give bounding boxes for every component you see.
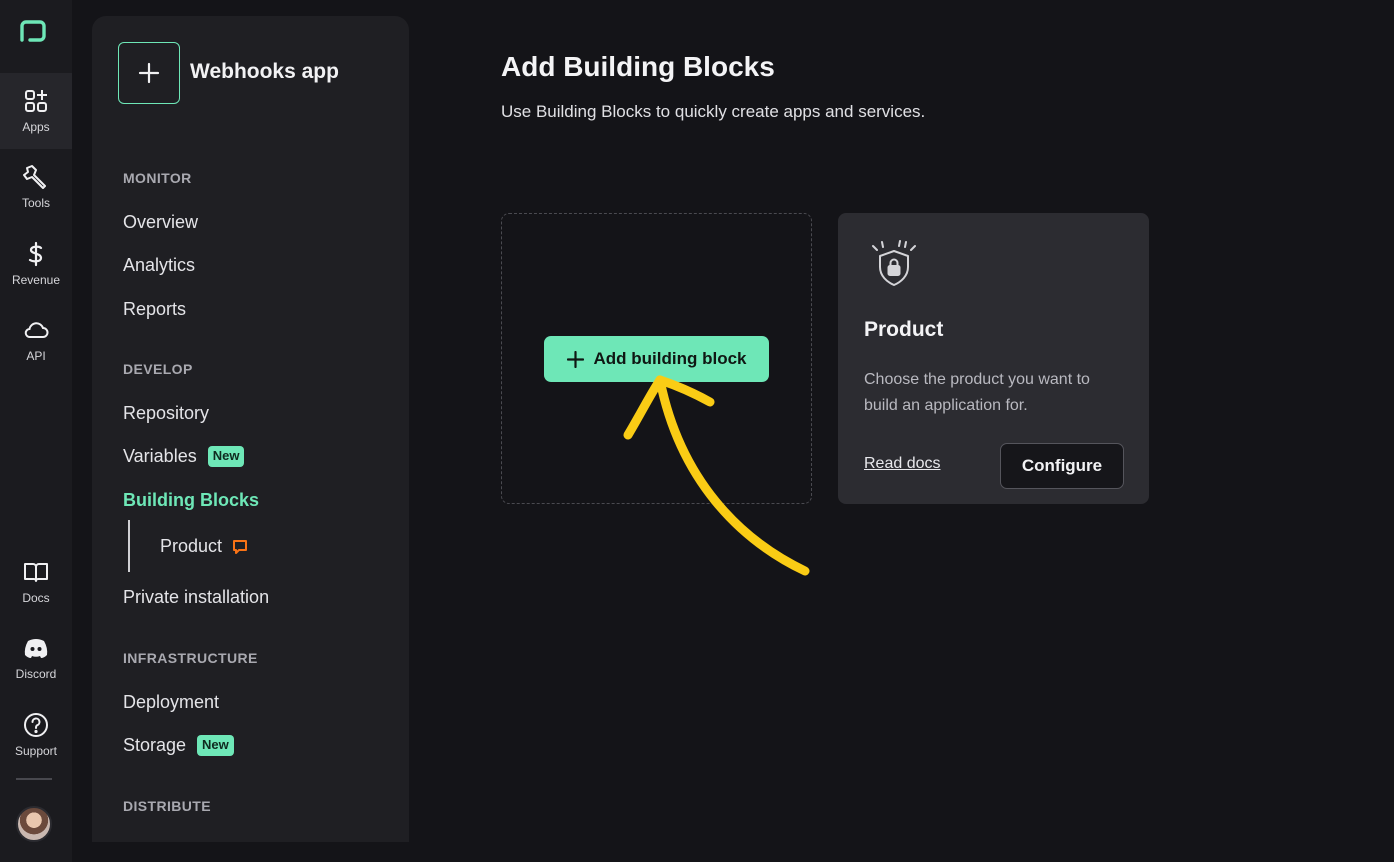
logo-icon[interactable] (18, 18, 48, 48)
rail-docs-label: Docs (22, 591, 50, 605)
nav-storage-label: Storage (123, 735, 187, 755)
section-infrastructure: INFRASTRUCTURE (123, 650, 258, 666)
rail-revenue[interactable]: Revenue (0, 226, 72, 302)
rail-divider (16, 778, 52, 780)
plus-icon (566, 350, 584, 368)
rail-support-label: Support (14, 744, 58, 758)
page-title: Add Building Blocks (501, 51, 775, 82)
rail-apps-label: Apps (22, 120, 50, 134)
rail-tools[interactable]: Tools (0, 149, 72, 225)
nav-deployment[interactable]: Deployment (123, 692, 219, 713)
new-badge: New (207, 446, 245, 467)
cloud-icon (24, 322, 49, 338)
configure-button[interactable]: Configure (1000, 443, 1124, 489)
section-distribute: DISTRIBUTE (123, 798, 211, 814)
nav-repository[interactable]: Repository (123, 403, 209, 424)
add-building-block-button[interactable]: Add building block (544, 336, 769, 382)
new-badge: New (197, 735, 234, 756)
app-sidebar: Webhooks app MONITOR Overview Analytics … (92, 16, 409, 842)
help-icon (24, 713, 48, 737)
card-description: Choose the product you want to build an … (864, 371, 1090, 414)
app-name: Webhooks app (190, 60, 339, 83)
page-subtitle: Use Building Blocks to quickly create ap… (501, 102, 926, 121)
subnav-line (128, 520, 130, 572)
book-icon (24, 563, 48, 582)
left-rail: Apps Tools Revenue API Docs Discord Supp… (0, 0, 72, 862)
read-docs-link[interactable]: Read docs (864, 455, 941, 473)
nav-storage[interactable]: Storage New (123, 735, 234, 756)
nav-product[interactable]: Product (160, 536, 248, 557)
section-monitor: MONITOR (123, 170, 192, 186)
apps-icon (25, 90, 47, 112)
nav-building-blocks[interactable]: Building Blocks (123, 490, 259, 511)
card-title: Product (864, 318, 944, 341)
nav-reports[interactable]: Reports (123, 299, 186, 320)
wrench-icon (23, 165, 46, 189)
rail-discord[interactable]: Discord (0, 620, 72, 696)
product-card: Product Choose the product you want to b… (838, 213, 1149, 504)
app-add-icon[interactable] (118, 42, 180, 104)
rail-support[interactable]: Support (0, 697, 72, 773)
rail-discord-label: Discord (15, 667, 57, 681)
rail-apps[interactable]: Apps (0, 73, 72, 149)
rail-api-label: API (26, 349, 46, 363)
rail-api[interactable]: API (0, 302, 72, 378)
add-building-block-label: Add building block (593, 349, 747, 368)
dollar-icon (28, 241, 43, 267)
rail-tools-label: Tools (21, 196, 50, 210)
section-develop: DEVELOP (123, 361, 193, 377)
avatar[interactable] (16, 806, 52, 842)
nav-private-installation[interactable]: Private installation (123, 587, 269, 608)
nav-analytics[interactable]: Analytics (123, 255, 195, 276)
nav-variables[interactable]: Variables New (123, 446, 245, 467)
nav-product-label: Product (160, 536, 223, 556)
plus-icon (138, 62, 160, 84)
discord-icon (24, 639, 48, 658)
rail-docs[interactable]: Docs (0, 544, 72, 620)
nav-variables-label: Variables (123, 446, 197, 466)
shield-lock-icon (872, 240, 916, 286)
comment-icon (233, 539, 248, 554)
nav-overview[interactable]: Overview (123, 212, 198, 233)
rail-revenue-label: Revenue (11, 273, 61, 287)
